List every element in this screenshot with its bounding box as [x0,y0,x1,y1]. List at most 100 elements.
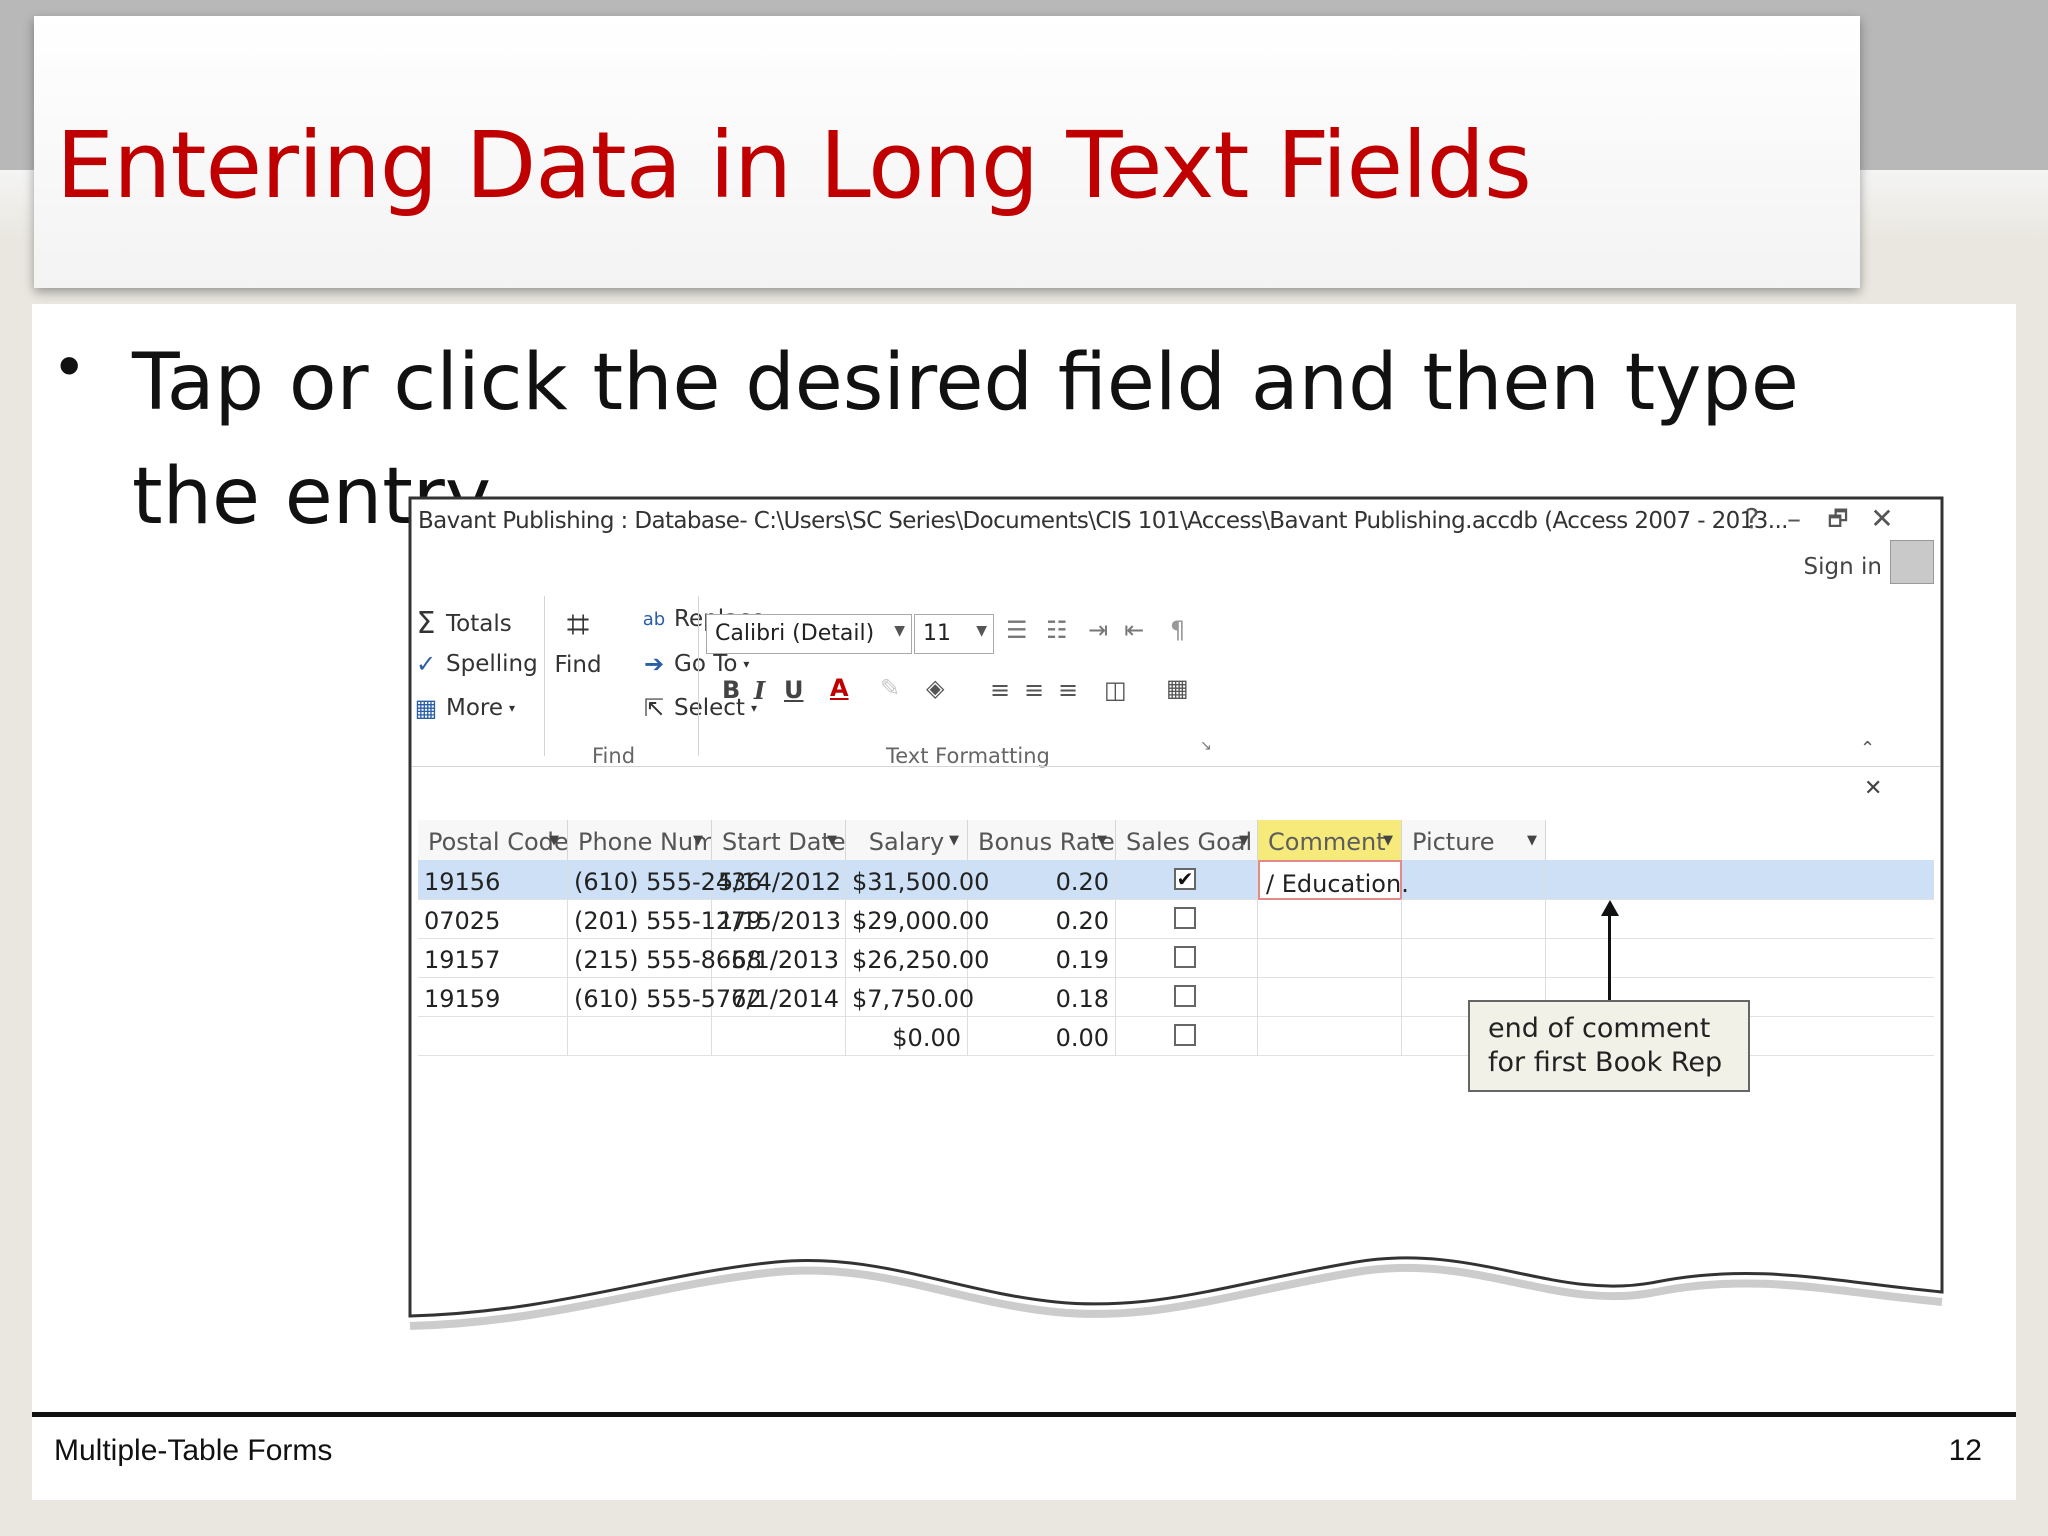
footer-divider [32,1412,2016,1417]
align-center-icon[interactable]: ≡ [1024,676,1044,704]
restore-button[interactable]: 🗗 [1820,502,1856,536]
table-cell-postal[interactable]: 19157 [418,938,568,978]
table-cell-start[interactable]: 6/1/2013 [712,938,846,978]
sales-goal-checkbox[interactable] [1174,946,1196,968]
fill-color-icon[interactable]: ◈ [926,674,944,702]
chevron-down-icon: ▼ [894,623,905,639]
avatar[interactable] [1890,540,1934,584]
table-cell-postal[interactable] [418,1016,568,1056]
column-header-salary[interactable]: Salary ▼ [846,820,968,860]
gridlines-icon[interactable]: ◫ [1104,676,1127,704]
font-color-icon[interactable]: A [830,674,849,702]
table-cell-goal[interactable] [1116,1016,1258,1056]
align-left-icon[interactable]: ≡ [990,676,1010,704]
font-size-select[interactable]: 11 ▼ [914,614,994,654]
paragraph-direction-icon[interactable]: ¶ [1170,616,1185,644]
table-row[interactable]: 07025 (201) 555-1279 1/15/2013 $29,000.00 0.… [418,899,1934,939]
sales-goal-checkbox[interactable]: ✔ [1174,868,1196,890]
column-header-postal-code[interactable]: Postal Code ▼ [418,820,568,860]
alternate-row-color-icon[interactable]: ▦ [1166,674,1189,702]
table-cell-phone[interactable]: (610) 555-5762 [568,977,762,1017]
column-header-bonus-rate[interactable]: Bonus Rate ▼ [968,820,1116,860]
access-screenshot: Bavant Publishing : Database- C:\Users\S… [396,492,1946,1352]
goto-button[interactable]: ➔ Go To ▾ [640,650,750,678]
bullets-icon[interactable]: ☰ [1006,616,1028,644]
table-cell-start[interactable]: 1/15/2013 [712,899,846,939]
table-cell-salary[interactable]: $31,500.00 [846,860,989,900]
table-cell-bonus[interactable]: 0.00 [968,1016,1116,1056]
table-cell-comment[interactable]: / Education. [1258,860,1409,900]
table-cell-bonus[interactable]: 0.18 [968,977,1116,1017]
italic-button[interactable]: I [754,676,765,705]
table-cell-goal[interactable]: ✔ [1116,860,1258,900]
table-cell-salary[interactable]: $0.00 [846,1016,968,1056]
spelling-button[interactable]: ✓ Spelling [412,650,538,678]
table-cell-picture[interactable] [1402,938,1546,978]
column-header-phone[interactable]: Phone Numl ▼ [568,820,712,860]
sigma-icon: Σ [416,606,436,641]
numbering-icon[interactable]: ☷ [1046,616,1068,644]
column-header-sales-goal[interactable]: Sales Goal ▼ [1116,820,1258,860]
table-cell-postal[interactable]: 07025 [418,899,568,939]
table-cell-phone[interactable] [568,1016,712,1056]
table-row[interactable]: 19157 (215) 555-8658 6/1/2013 $26,250.00 0.1… [418,938,1934,978]
collapse-ribbon-icon[interactable]: ⌃ [1860,738,1875,759]
table-cell-start[interactable]: 5/14/2012 [712,860,846,900]
sales-goal-checkbox[interactable] [1174,907,1196,929]
column-header-picture[interactable]: Picture ▼ [1402,820,1546,860]
table-cell-goal[interactable] [1116,899,1258,939]
table-cell-postal[interactable]: 19159 [418,977,568,1017]
close-object-icon[interactable]: ✕ [1864,776,1882,801]
table-cell-postal[interactable]: 19156 [418,860,568,900]
ribbon-separator [544,596,545,756]
table-cell-phone[interactable]: (610) 555-2436 [568,860,762,900]
table-cell-salary[interactable]: $7,750.00 [846,977,974,1017]
table-cell-salary[interactable]: $26,250.00 [846,938,989,978]
help-icon[interactable]: ? [1734,502,1770,536]
table-cell-salary[interactable]: $29,000.00 [846,899,989,939]
sales-goal-checkbox[interactable] [1174,985,1196,1007]
underline-button[interactable]: U [784,676,804,704]
table-row[interactable]: 19156 (610) 555-2436 5/14/2012 $31,500.00 0.… [418,860,1934,900]
column-header-comment[interactable]: Comment ▼ [1258,820,1402,860]
table-icon: ▦ [414,694,438,722]
totals-button[interactable]: Σ Totals [412,606,512,641]
callout-line-1: end of comment [1488,1013,1711,1044]
table-cell-comment[interactable] [1258,977,1402,1017]
table-cell-comment[interactable] [1258,1016,1402,1056]
find-button[interactable]: ⌗ Find [554,602,602,678]
table-cell-goal[interactable] [1116,977,1258,1017]
bullet-icon: • [58,329,81,401]
outdent-icon[interactable]: ⇤ [1124,616,1144,644]
title-box: Entering Data in Long Text Fields [34,16,1860,288]
table-cell-start[interactable]: 7/1/2014 [712,977,846,1017]
sales-goal-checkbox[interactable] [1174,1024,1196,1046]
table-cell-picture[interactable] [1402,860,1546,900]
highlight-icon[interactable]: ✎ [880,674,900,702]
table-cell-picture[interactable] [1402,899,1546,939]
sign-in-link[interactable]: Sign in [1804,554,1882,580]
minimize-button[interactable]: – [1776,502,1812,536]
dialog-launcher-icon[interactable]: ↘ [1200,738,1212,754]
indent-icon[interactable]: ⇥ [1088,616,1108,644]
column-header-start-date[interactable]: Start Date ▼ [712,820,846,860]
table-cell-goal[interactable] [1116,938,1258,978]
table-cell-phone[interactable]: (215) 555-8658 [568,938,762,978]
slide-title: Entering Data in Long Text Fields [56,112,1532,219]
bold-button[interactable]: B [722,676,740,704]
table-cell-comment[interactable] [1258,899,1402,939]
more-button[interactable]: ▦ More ▾ [412,694,515,722]
table-cell-bonus[interactable]: 0.20 [968,860,1116,900]
close-button[interactable]: ✕ [1864,502,1900,536]
table-cell-start[interactable] [712,1016,846,1056]
table-cell-comment[interactable] [1258,938,1402,978]
table-cell-phone[interactable]: (201) 555-1279 [568,899,762,939]
table-cell-bonus[interactable]: 0.20 [968,899,1116,939]
ribbon-separator [698,596,699,756]
font-name-select[interactable]: Calibri (Detail) ▼ [706,614,912,654]
align-right-icon[interactable]: ≡ [1058,676,1078,704]
replace-icon: ab [642,608,666,630]
table-cell-bonus[interactable]: 0.19 [968,938,1116,978]
spell-check-icon: ✓ [415,650,437,678]
text-formatting-group-label: Text Formatting [886,744,1050,768]
